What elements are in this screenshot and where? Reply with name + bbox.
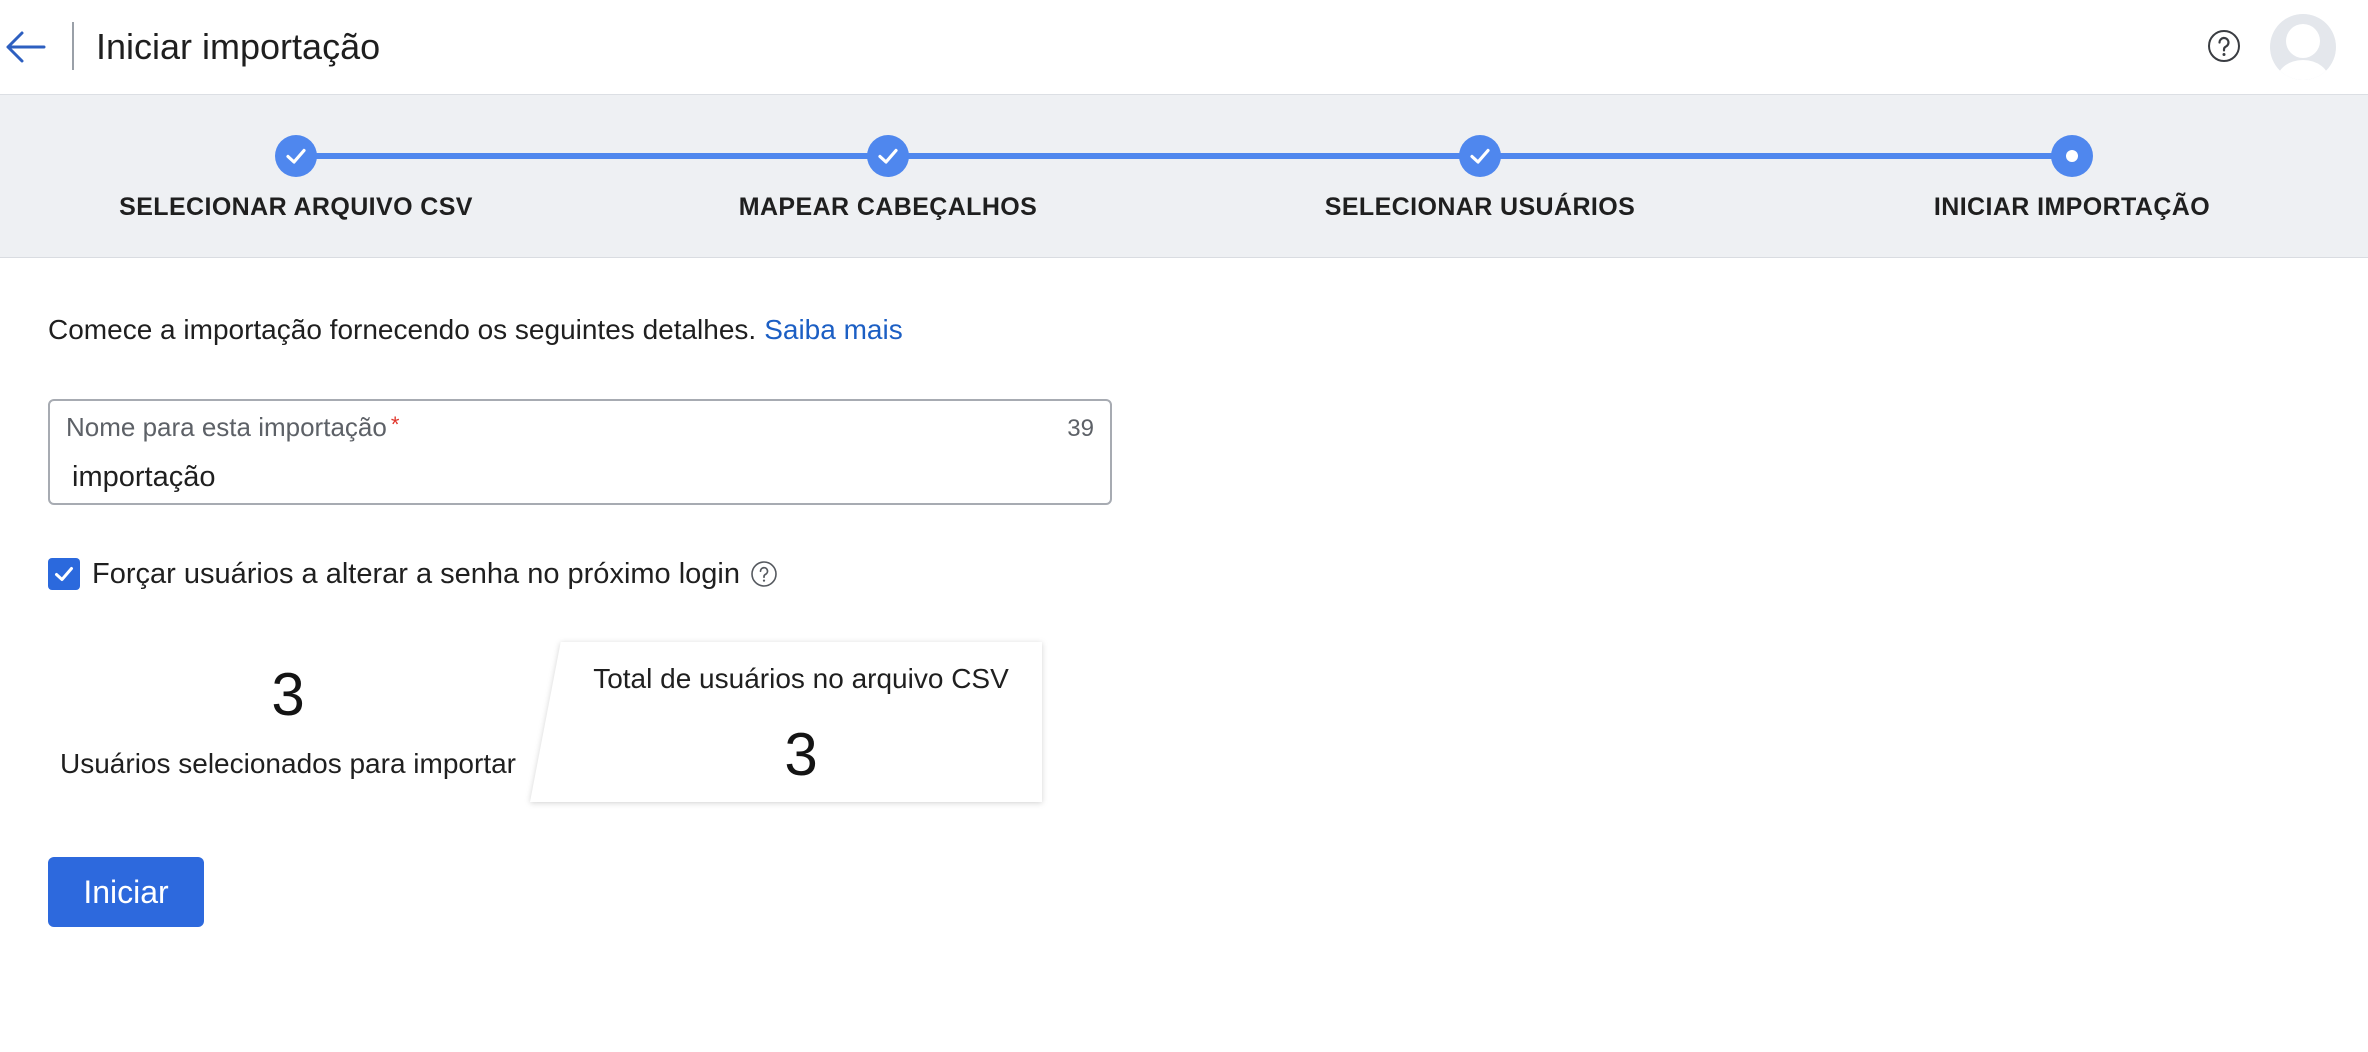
step-1-check-icon — [275, 135, 317, 177]
step-label-select-csv: SELECIONAR ARQUIVO CSV — [119, 193, 473, 221]
selected-users-count: 3 — [271, 661, 305, 728]
help-icon[interactable] — [2206, 28, 2242, 64]
force-password-help-icon[interactable] — [750, 560, 778, 588]
import-name-label: Nome para esta importação * — [66, 412, 399, 443]
page-title: Iniciar importação — [96, 26, 381, 67]
total-users-label: Total de usuários no arquivo CSV — [593, 663, 1009, 694]
step-4-current-icon — [2051, 135, 2093, 177]
force-password-option: Forçar usuários a alterar a senha no pró… — [48, 556, 778, 592]
force-password-checkbox[interactable] — [48, 558, 80, 590]
total-users-card: Total de usuários no arquivo CSV 3 — [530, 642, 1042, 802]
stepper-progress-line — [296, 153, 2072, 159]
total-users-count: 3 — [784, 721, 818, 788]
force-password-label: Forçar usuários a alterar a senha no pró… — [92, 557, 740, 590]
intro-text: Comece a importação fornecendo os seguin… — [48, 312, 903, 348]
intro-description: Comece a importação fornecendo os seguin… — [48, 314, 757, 345]
import-name-field[interactable]: Nome para esta importação * 39 — [48, 399, 1112, 505]
selected-users-card: 3 Usuários selecionados para importar — [48, 642, 558, 802]
char-count: 39 — [1067, 415, 1094, 442]
learn-more-link[interactable]: Saiba mais — [764, 314, 903, 345]
import-stepper: SELECIONAR ARQUIVO CSV MAPEAR CABEÇALHOS… — [0, 95, 2368, 258]
import-name-label-text: Nome para esta importação — [66, 412, 387, 442]
title-divider — [72, 22, 74, 70]
step-label-select-users: SELECIONAR USUÁRIOS — [1324, 193, 1636, 221]
start-import-button[interactable]: Iniciar — [48, 857, 204, 927]
user-avatar-icon[interactable] — [2270, 14, 2336, 80]
top-bar: Iniciar importação — [0, 0, 2368, 95]
step-label-start-import: INICIAR IMPORTAÇÃO — [1933, 193, 2211, 221]
required-marker: * — [390, 412, 400, 437]
step-2-check-icon — [867, 135, 909, 177]
step-label-map-headers: MAPEAR CABEÇALHOS — [738, 193, 1038, 221]
selected-users-label: Usuários selecionados para importar — [60, 748, 516, 779]
step-3-check-icon — [1459, 135, 1501, 177]
back-arrow-icon[interactable] — [0, 22, 52, 72]
import-name-input[interactable] — [72, 459, 1052, 495]
